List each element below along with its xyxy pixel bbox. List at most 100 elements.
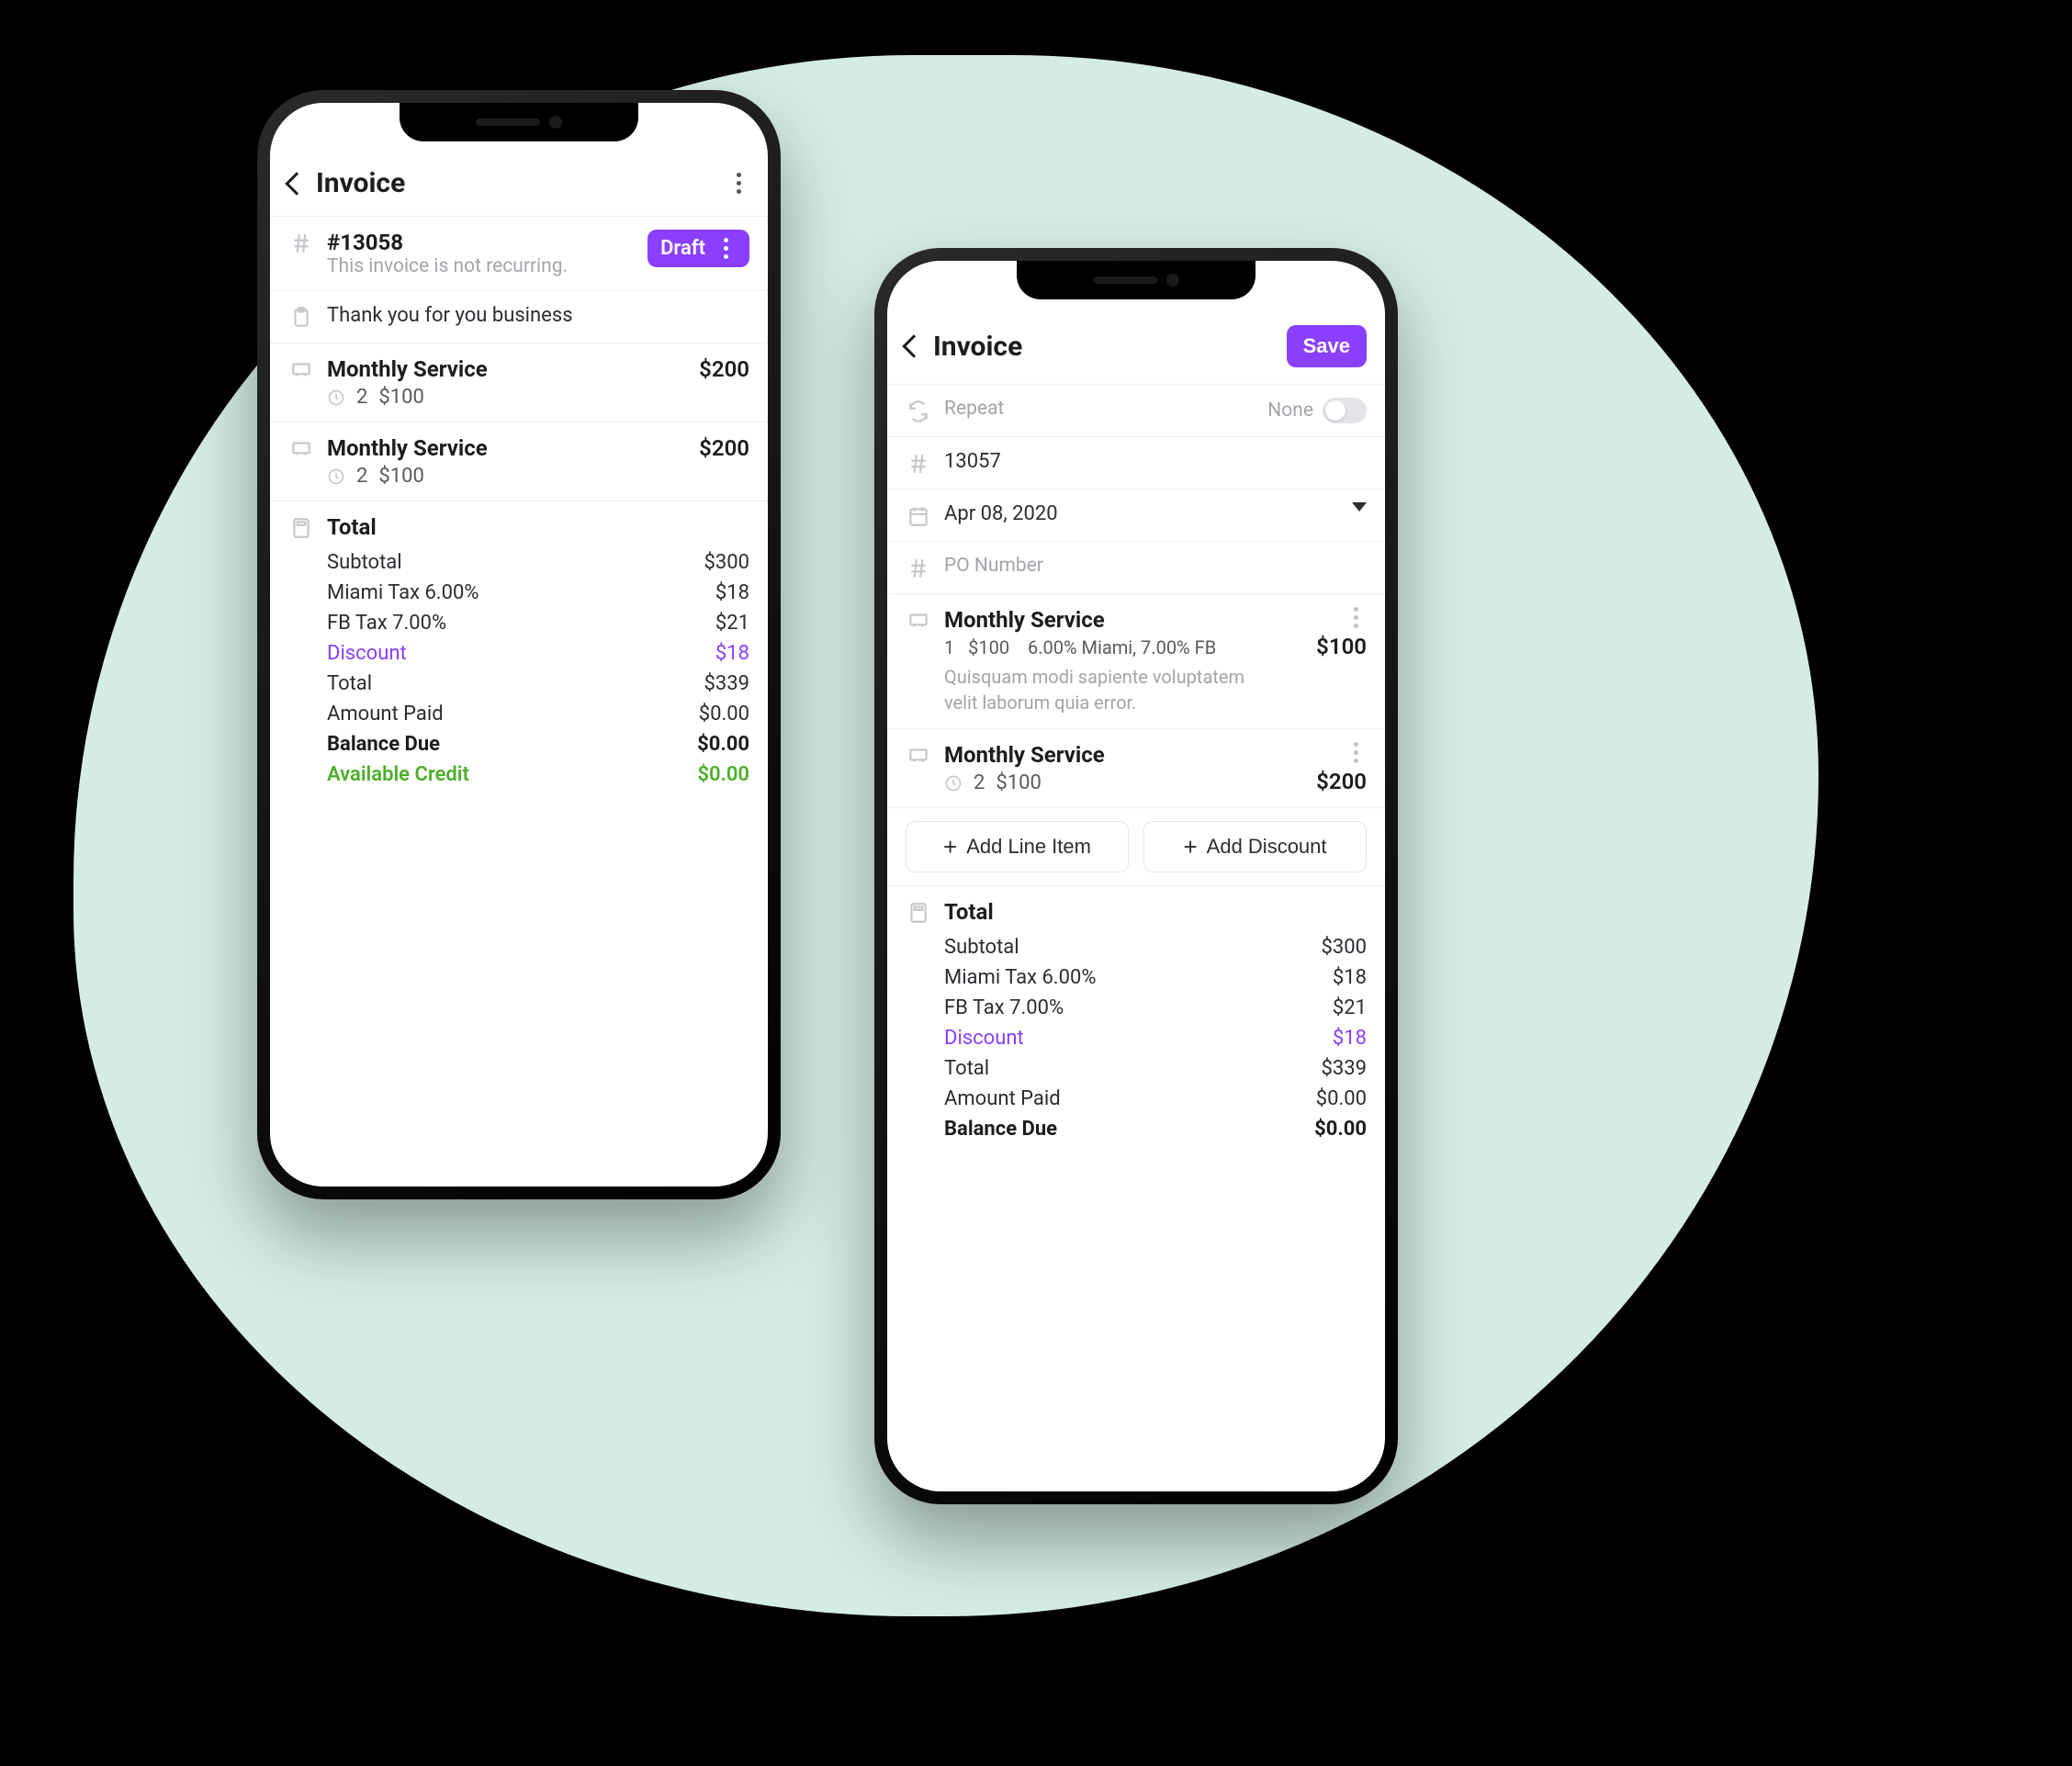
line-item-name: Monthly Service — [944, 607, 1271, 633]
line-item-qty: 2 — [974, 771, 985, 794]
thanks-row: Thank you for you business — [270, 291, 768, 343]
paid-value: $0.00 — [699, 703, 749, 726]
discount-label[interactable]: Discount — [327, 642, 407, 665]
total-label: Total — [944, 899, 1367, 925]
line-item: Monthly Service 2 $100 $200 — [270, 422, 768, 501]
paid-value: $0.00 — [1316, 1087, 1367, 1110]
add-line-item-button[interactable]: + Add Line Item — [906, 821, 1129, 872]
line-item[interactable]: Monthly Service 2 $100 $200 — [887, 729, 1385, 807]
chevron-down-icon — [1352, 502, 1367, 512]
line-item-amount: $200 — [667, 435, 749, 461]
discount-value: $18 — [715, 642, 749, 665]
line-item-amount: $100 — [1284, 634, 1367, 659]
line-item-name: Monthly Service — [327, 356, 654, 382]
total-label: Total — [327, 514, 749, 540]
po-number-row[interactable]: PO Number — [887, 542, 1385, 593]
clipboard-icon — [288, 306, 314, 330]
calculator-icon — [906, 901, 931, 925]
clock-icon — [327, 467, 345, 486]
total-section: Total — [887, 886, 1385, 927]
discount-label[interactable]: Discount — [944, 1027, 1024, 1050]
discount-value: $18 — [1333, 1027, 1367, 1050]
repeat-row[interactable]: Repeat None — [887, 385, 1385, 436]
total-label: Total — [327, 672, 372, 695]
add-discount-button[interactable]: + Add Discount — [1143, 821, 1367, 872]
repeat-value: None — [1267, 399, 1313, 422]
hash-icon — [906, 452, 931, 476]
balance-label: Balance Due — [944, 1118, 1057, 1141]
line-item-amount: $200 — [1284, 769, 1367, 794]
line-item-name: Monthly Service — [944, 742, 1271, 768]
totals-breakdown: Subtotal$300 Miami Tax 6.00%$18 FB Tax 7… — [887, 927, 1385, 1163]
service-icon — [288, 437, 314, 461]
invoice-number-row[interactable]: 13057 — [887, 437, 1385, 489]
repeat-icon — [906, 399, 931, 423]
repeat-label: Repeat — [944, 398, 1255, 420]
repeat-toggle[interactable] — [1323, 398, 1367, 423]
status-menu-icon[interactable] — [715, 238, 737, 259]
line-item-qty: 1 — [944, 636, 954, 658]
credit-value: $0.00 — [697, 763, 749, 786]
service-icon — [288, 358, 314, 382]
invoice-header-row: #13058 This invoice is not recurring. Dr… — [270, 217, 768, 290]
phone-invoice-view: Invoice #13058 This invoice is not recur… — [257, 90, 781, 1199]
line-item-name: Monthly Service — [327, 435, 654, 461]
back-icon[interactable] — [902, 334, 925, 357]
subtotal-value: $300 — [704, 551, 749, 574]
header: Invoice — [270, 156, 768, 216]
action-buttons-row: + Add Line Item + Add Discount — [887, 808, 1385, 885]
back-icon[interactable] — [285, 172, 308, 195]
line-item: Monthly Service 2 $100 $200 — [270, 343, 768, 422]
clock-icon — [327, 388, 345, 407]
total-value: $339 — [1322, 1057, 1367, 1080]
tax2-value: $21 — [715, 612, 749, 635]
total-value: $339 — [704, 672, 749, 695]
hash-icon — [906, 557, 931, 580]
balance-value: $0.00 — [697, 733, 749, 756]
line-item-price: $100 — [968, 636, 1009, 658]
status-label: Draft — [660, 237, 705, 260]
date-value: Apr 08, 2020 — [944, 502, 1339, 525]
thanks-text: Thank you for you business — [327, 304, 749, 327]
plus-icon: + — [1183, 835, 1197, 859]
totals-breakdown: Subtotal$300 Miami Tax 6.00%$18 FB Tax 7… — [270, 542, 768, 808]
line-item-note: Quisquam modi sapiente voluptatem velit … — [944, 664, 1271, 715]
page-title: Invoice — [316, 167, 716, 199]
page-title: Invoice — [933, 331, 1276, 363]
paid-label: Amount Paid — [944, 1087, 1061, 1110]
phone-invoice-edit: Invoice Save Repeat None 13057 — [874, 248, 1398, 1504]
total-label: Total — [944, 1057, 989, 1080]
save-button[interactable]: Save — [1287, 325, 1367, 367]
subtotal-label: Subtotal — [327, 551, 402, 574]
plus-icon: + — [943, 835, 957, 859]
service-icon — [906, 744, 931, 768]
invoice-number: 13057 — [944, 450, 1367, 473]
service-icon — [906, 609, 931, 633]
tax2-label: FB Tax 7.00% — [944, 996, 1064, 1019]
tax1-label: Miami Tax 6.00% — [944, 966, 1096, 989]
line-item-price: $100 — [378, 465, 423, 488]
line-item-price: $100 — [996, 771, 1041, 794]
hash-icon — [288, 231, 314, 255]
status-badge[interactable]: Draft — [648, 230, 749, 267]
line-item-menu-icon[interactable] — [1345, 742, 1367, 763]
po-number-placeholder: PO Number — [944, 555, 1367, 577]
line-item-tax: 6.00% Miami, 7.00% FB — [1028, 636, 1216, 658]
phone-notch — [1017, 261, 1256, 299]
clock-icon — [944, 774, 963, 793]
credit-label: Available Credit — [327, 763, 469, 786]
more-menu-icon[interactable] — [727, 173, 749, 194]
date-row[interactable]: Apr 08, 2020 — [887, 489, 1385, 541]
calculator-icon — [288, 516, 314, 540]
line-item-amount: $200 — [667, 356, 749, 382]
invoice-number: #13058 — [327, 230, 635, 255]
balance-value: $0.00 — [1314, 1118, 1367, 1141]
tax2-label: FB Tax 7.00% — [327, 612, 446, 635]
header: Invoice Save — [887, 314, 1385, 384]
paid-label: Amount Paid — [327, 703, 444, 726]
phone-notch — [400, 103, 638, 141]
line-item-menu-icon[interactable] — [1345, 607, 1367, 628]
line-item[interactable]: Monthly Service 1 $100 6.00% Miami, 7.00… — [887, 594, 1385, 728]
balance-label: Balance Due — [327, 733, 440, 756]
recurring-note: This invoice is not recurring. — [327, 255, 635, 277]
